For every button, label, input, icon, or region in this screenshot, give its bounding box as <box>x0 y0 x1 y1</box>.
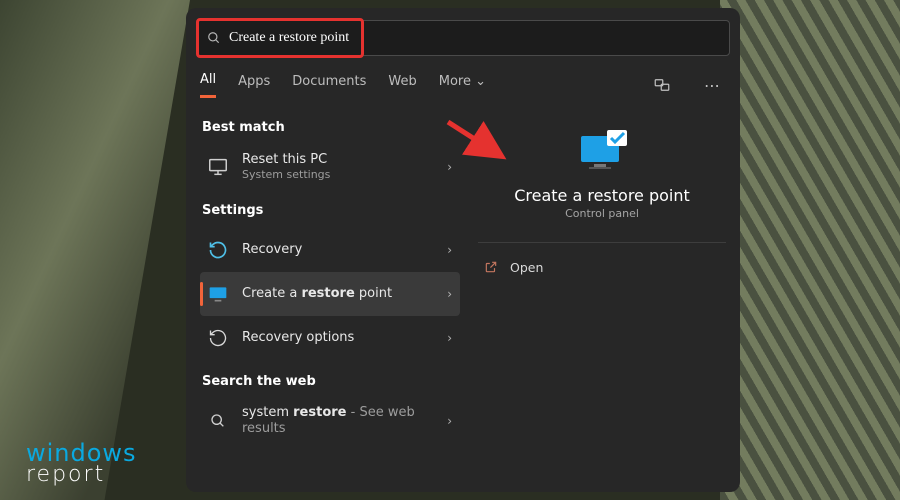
result-recovery[interactable]: Recovery › <box>200 228 460 272</box>
result-reset-this-pc[interactable]: Reset this PC System settings › <box>200 145 460 189</box>
open-external-icon <box>484 260 498 274</box>
result-recovery-options[interactable]: Recovery options › <box>200 316 460 360</box>
search-icon <box>206 409 230 433</box>
result-label: Recovery options <box>242 330 435 346</box>
result-title: Reset this PC <box>242 152 435 168</box>
search-panel: All Apps Documents Web More ⌄ ⋯ Best mat… <box>186 8 740 492</box>
result-label: Create a restore point <box>242 286 435 302</box>
chevron-right-icon: › <box>447 331 452 345</box>
tab-documents[interactable]: Documents <box>292 74 366 97</box>
reset-pc-icon <box>206 155 230 179</box>
chevron-right-icon: › <box>447 287 452 301</box>
results-column: Best match Reset this PC System settings… <box>200 112 460 443</box>
detail-title: Create a restore point <box>514 186 690 205</box>
tab-web[interactable]: Web <box>388 74 416 97</box>
detail-preview: Create a restore point Control panel <box>478 112 726 236</box>
search-icon <box>207 31 221 45</box>
action-label: Open <box>510 260 543 275</box>
result-label: Recovery <box>242 242 435 258</box>
search-input[interactable] <box>229 30 719 46</box>
chevron-right-icon: › <box>447 160 452 174</box>
search-bar[interactable] <box>196 20 730 56</box>
tab-more-label: More <box>439 74 471 89</box>
recovery-icon <box>206 238 230 262</box>
tab-more[interactable]: More ⌄ <box>439 74 486 97</box>
section-heading-web: Search the web <box>202 374 460 389</box>
chevron-right-icon: › <box>447 414 452 428</box>
result-create-restore-point[interactable]: Create a restore point › <box>200 272 460 316</box>
section-heading-best-match: Best match <box>202 120 460 135</box>
recovery-options-icon <box>206 326 230 350</box>
chevron-right-icon: › <box>447 243 452 257</box>
tab-all[interactable]: All <box>200 72 216 98</box>
restore-point-icon <box>206 282 230 306</box>
action-open[interactable]: Open <box>478 247 726 287</box>
separator <box>478 242 726 243</box>
linked-devices-icon[interactable] <box>648 71 676 99</box>
section-heading-settings: Settings <box>202 203 460 218</box>
result-subtitle: System settings <box>242 168 435 182</box>
tab-apps[interactable]: Apps <box>238 74 270 97</box>
more-options-icon[interactable]: ⋯ <box>698 71 726 99</box>
detail-subtitle: Control panel <box>565 207 639 220</box>
result-web-system-restore[interactable]: system restore - See web results › <box>200 399 460 443</box>
result-label: system restore - See web results <box>242 405 435 438</box>
chevron-down-icon: ⌄ <box>475 74 486 89</box>
detail-pane: Create a restore point Control panel Ope… <box>478 112 726 287</box>
watermark: windows report <box>26 442 137 486</box>
filter-tabs: All Apps Documents Web More ⌄ ⋯ <box>200 70 726 100</box>
detail-app-icon <box>577 130 627 172</box>
